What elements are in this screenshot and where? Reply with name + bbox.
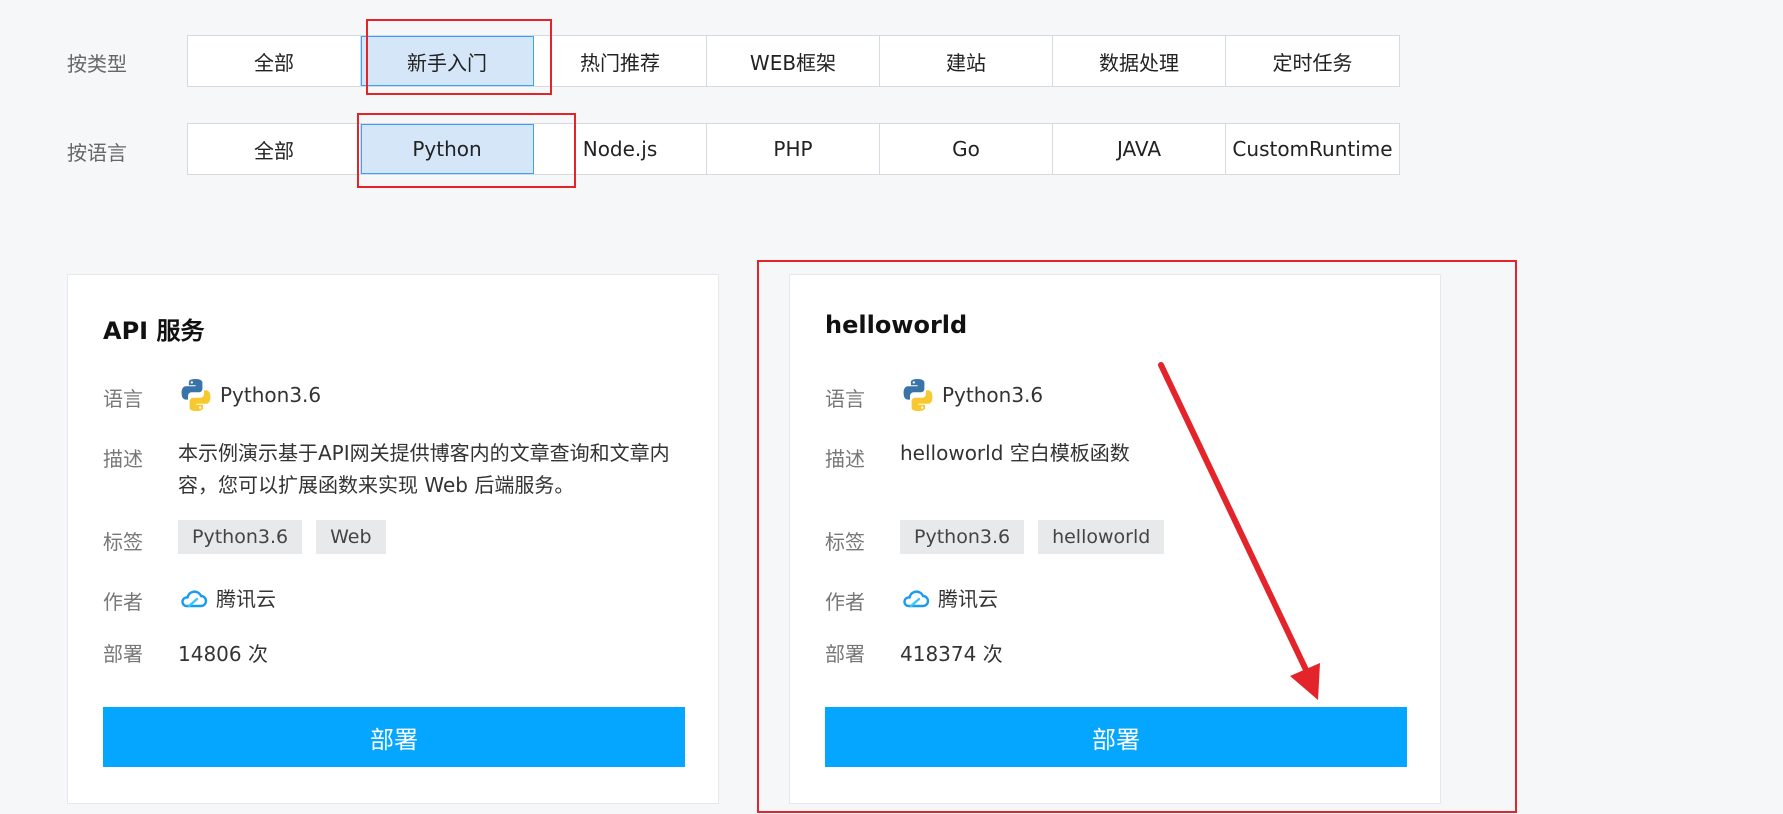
annotation-arrow	[1158, 362, 1320, 700]
